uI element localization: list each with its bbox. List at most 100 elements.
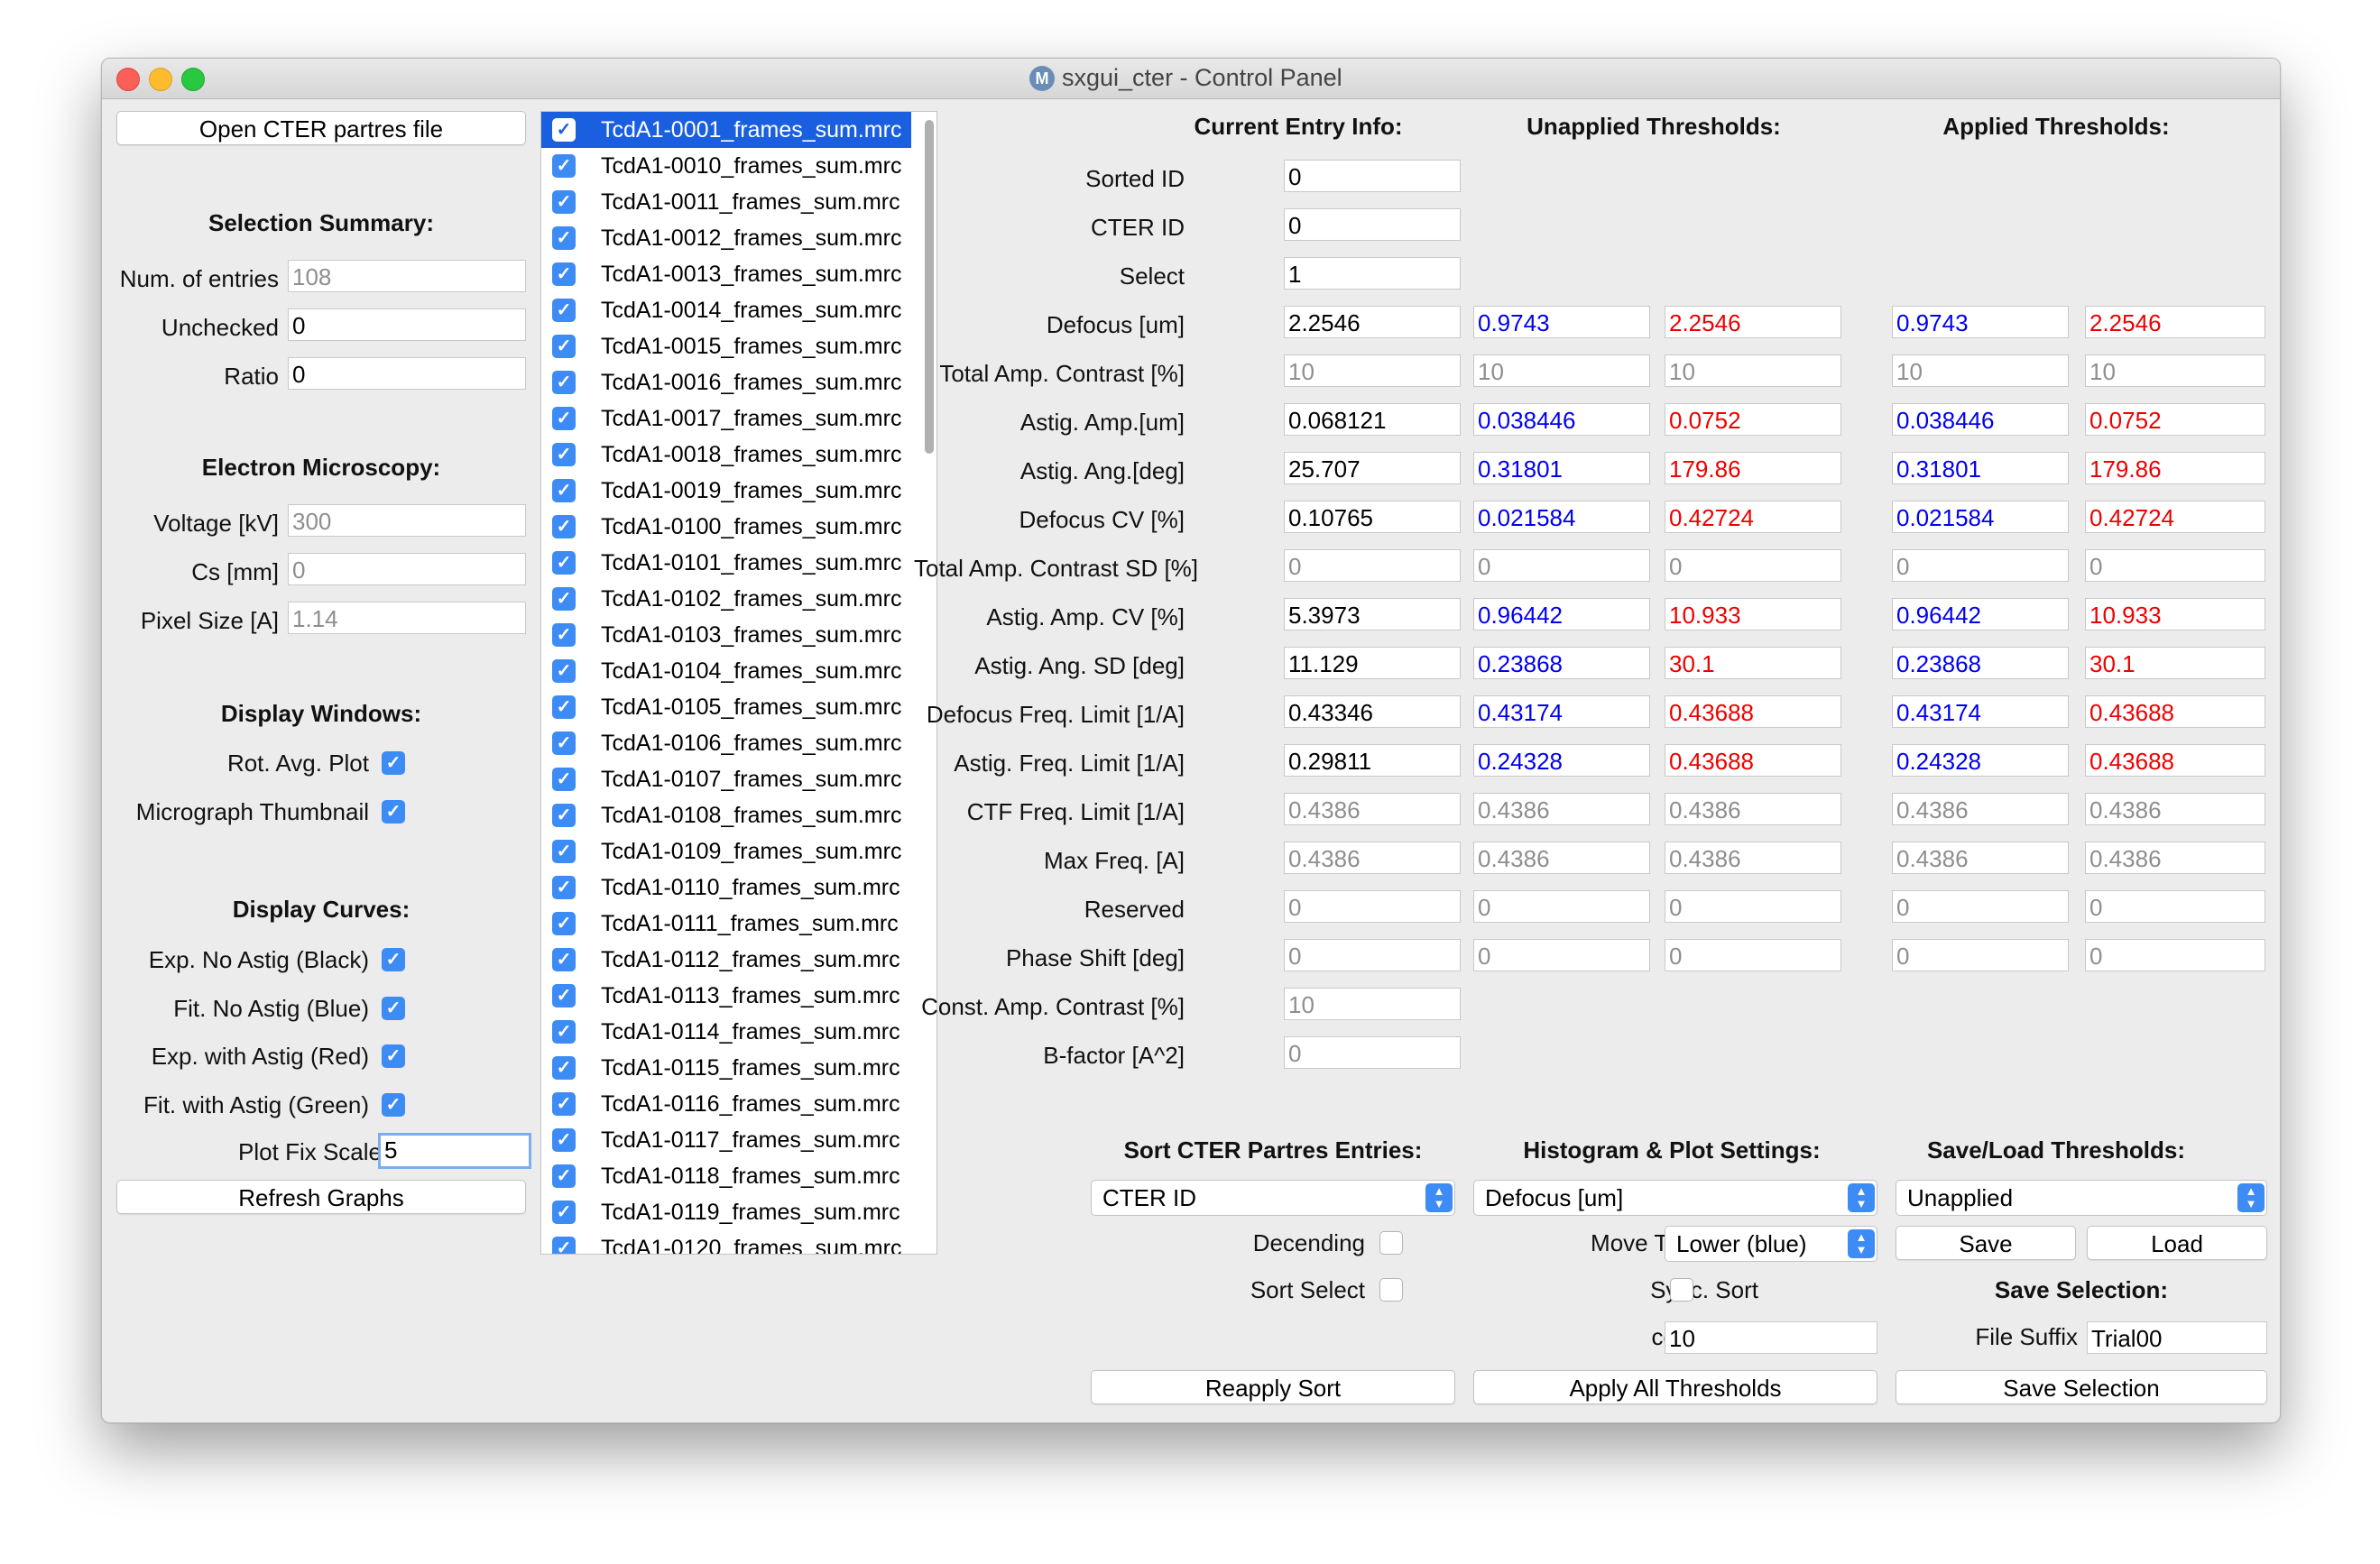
sort-select-checkbox[interactable] — [1379, 1278, 1403, 1302]
list-item[interactable]: ✓ TcdA1-0013_frames_sum.mrc — [541, 256, 911, 292]
item-checkbox[interactable]: ✓ — [552, 623, 576, 647]
item-checkbox[interactable]: ✓ — [552, 587, 576, 611]
unapplied-lower-threshold-input[interactable]: 0.038446 — [1473, 403, 1650, 436]
list-item[interactable]: ✓ TcdA1-0105_frames_sum.mrc — [541, 689, 911, 725]
list-item[interactable]: ✓ TcdA1-0112_frames_sum.mrc — [541, 942, 911, 978]
close-window-button[interactable] — [116, 68, 140, 91]
unapplied-upper-threshold-input[interactable]: 10.933 — [1665, 598, 1841, 630]
move-threshold-combo[interactable]: Lower (blue) ▲ ▼ — [1665, 1226, 1877, 1262]
applied-lower-threshold-input[interactable]: 0.021584 — [1892, 501, 2069, 533]
item-checkbox[interactable]: ✓ — [552, 226, 576, 250]
histogram-param-combo[interactable]: Defocus [um] ▲ ▼ — [1473, 1180, 1877, 1216]
save-selection-button[interactable]: Save Selection — [1896, 1370, 2267, 1404]
list-item[interactable]: ✓ TcdA1-0014_frames_sum.mrc — [541, 292, 911, 328]
open-cter-partres-button[interactable]: Open CTER partres file — [116, 111, 526, 145]
list-item[interactable]: ✓ TcdA1-0119_frames_sum.mrc — [541, 1194, 911, 1230]
item-checkbox[interactable]: ✓ — [552, 299, 576, 322]
item-checkbox[interactable]: ✓ — [552, 912, 576, 935]
item-checkbox[interactable]: ✓ — [552, 1020, 576, 1044]
unapplied-upper-threshold-input[interactable]: 0 — [1665, 549, 1841, 582]
display-window-checkbox[interactable]: ✓ — [382, 800, 405, 823]
applied-upper-threshold-input[interactable]: 0.43688 — [2085, 695, 2265, 728]
display-curve-checkbox[interactable]: ✓ — [382, 1044, 405, 1068]
list-item[interactable]: ✓ TcdA1-0012_frames_sum.mrc — [541, 220, 911, 256]
item-checkbox[interactable]: ✓ — [552, 731, 576, 755]
unapplied-upper-threshold-input[interactable]: 179.86 — [1665, 452, 1841, 484]
list-item[interactable]: ✓ TcdA1-0104_frames_sum.mrc — [541, 653, 911, 689]
unapplied-upper-threshold-input[interactable]: 0.42724 — [1665, 501, 1841, 533]
unapplied-lower-threshold-input[interactable]: 0.43174 — [1473, 695, 1650, 728]
display-curve-checkbox[interactable]: ✓ — [382, 1092, 405, 1117]
item-checkbox[interactable]: ✓ — [552, 190, 576, 214]
applied-upper-threshold-input[interactable]: 0 — [2085, 549, 2265, 582]
applied-upper-threshold-input[interactable]: 30.1 — [2085, 647, 2265, 679]
unapplied-upper-threshold-input[interactable]: 10 — [1665, 354, 1841, 387]
applied-lower-threshold-input[interactable]: 0.4386 — [1892, 793, 2069, 825]
unapplied-upper-threshold-input[interactable]: 2.2546 — [1665, 306, 1841, 338]
counts-bin-input[interactable]: 10 — [1665, 1321, 1877, 1354]
list-item[interactable]: ✓ TcdA1-0115_frames_sum.mrc — [541, 1050, 911, 1086]
list-item[interactable]: ✓ TcdA1-0108_frames_sum.mrc — [541, 797, 911, 833]
applied-upper-threshold-input[interactable]: 0 — [2085, 939, 2265, 971]
list-item[interactable]: ✓ TcdA1-0018_frames_sum.mrc — [541, 437, 911, 473]
applied-lower-threshold-input[interactable]: 0 — [1892, 549, 2069, 582]
item-checkbox[interactable]: ✓ — [552, 840, 576, 863]
unapplied-lower-threshold-input[interactable]: 0.23868 — [1473, 647, 1650, 679]
load-thresholds-button[interactable]: Load — [2087, 1226, 2267, 1260]
reapply-sort-button[interactable]: Reapply Sort — [1091, 1370, 1455, 1404]
list-item[interactable]: ✓ TcdA1-0114_frames_sum.mrc — [541, 1014, 911, 1050]
unapplied-lower-threshold-input[interactable]: 0.9743 — [1473, 306, 1650, 338]
unapplied-lower-threshold-input[interactable]: 0.4386 — [1473, 842, 1650, 874]
list-item[interactable]: ✓ TcdA1-0118_frames_sum.mrc — [541, 1158, 911, 1194]
list-item[interactable]: ✓ TcdA1-0117_frames_sum.mrc — [541, 1122, 911, 1158]
applied-lower-threshold-input[interactable]: 0.43174 — [1892, 695, 2069, 728]
refresh-graphs-button[interactable]: Refresh Graphs — [116, 1180, 526, 1214]
item-checkbox[interactable]: ✓ — [552, 876, 576, 899]
unapplied-upper-threshold-input[interactable]: 0.43688 — [1665, 744, 1841, 777]
applied-lower-threshold-input[interactable]: 10 — [1892, 354, 2069, 387]
list-item[interactable]: ✓ TcdA1-0110_frames_sum.mrc — [541, 869, 911, 906]
unapplied-lower-threshold-input[interactable]: 0.24328 — [1473, 744, 1650, 777]
list-item[interactable]: ✓ TcdA1-0019_frames_sum.mrc — [541, 473, 911, 509]
applied-lower-threshold-input[interactable]: 0.96442 — [1892, 598, 2069, 630]
item-checkbox[interactable]: ✓ — [552, 407, 576, 430]
item-checkbox[interactable]: ✓ — [552, 551, 576, 575]
applied-upper-threshold-input[interactable]: 0.4386 — [2085, 842, 2265, 874]
list-item[interactable]: ✓ TcdA1-0103_frames_sum.mrc — [541, 617, 911, 653]
item-checkbox[interactable]: ✓ — [552, 515, 576, 538]
item-checkbox[interactable]: ✓ — [552, 1092, 576, 1116]
item-checkbox[interactable]: ✓ — [552, 1237, 576, 1254]
item-checkbox[interactable]: ✓ — [552, 479, 576, 502]
unapplied-lower-threshold-input[interactable]: 0.021584 — [1473, 501, 1650, 533]
threshold-set-combo[interactable]: Unapplied ▲ ▼ — [1896, 1180, 2267, 1216]
applied-lower-threshold-input[interactable]: 0 — [1892, 890, 2069, 923]
list-item[interactable]: ✓ TcdA1-0101_frames_sum.mrc — [541, 545, 911, 581]
applied-upper-threshold-input[interactable]: 0.43688 — [2085, 744, 2265, 777]
display-window-checkbox[interactable]: ✓ — [382, 751, 405, 775]
unapplied-lower-threshold-input[interactable]: 0 — [1473, 939, 1650, 971]
item-checkbox[interactable]: ✓ — [552, 154, 576, 178]
unapplied-upper-threshold-input[interactable]: 0.0752 — [1665, 403, 1841, 436]
applied-upper-threshold-input[interactable]: 0.0752 — [2085, 403, 2265, 436]
list-item[interactable]: ✓ TcdA1-0017_frames_sum.mrc — [541, 400, 911, 437]
applied-upper-threshold-input[interactable]: 0.42724 — [2085, 501, 2265, 533]
list-item[interactable]: ✓ TcdA1-0010_frames_sum.mrc — [541, 148, 911, 184]
item-checkbox[interactable]: ✓ — [552, 1164, 576, 1188]
list-item[interactable]: ✓ TcdA1-0116_frames_sum.mrc — [541, 1086, 911, 1122]
decending-checkbox[interactable] — [1379, 1231, 1403, 1255]
applied-upper-threshold-input[interactable]: 179.86 — [2085, 452, 2265, 484]
list-item[interactable]: ✓ TcdA1-0120_frames_sum.mrc — [541, 1230, 911, 1254]
applied-lower-threshold-input[interactable]: 0.31801 — [1892, 452, 2069, 484]
item-checkbox[interactable]: ✓ — [552, 443, 576, 466]
applied-lower-threshold-input[interactable]: 0.24328 — [1892, 744, 2069, 777]
micrograph-list[interactable]: ✓ TcdA1-0001_frames_sum.mrc ✓ TcdA1-0010_fr… — [540, 111, 937, 1255]
list-item[interactable]: ✓ TcdA1-0001_frames_sum.mrc — [541, 112, 911, 148]
unapplied-upper-threshold-input[interactable]: 0.4386 — [1665, 793, 1841, 825]
unapplied-upper-threshold-input[interactable]: 0.4386 — [1665, 842, 1841, 874]
applied-lower-threshold-input[interactable]: 0.23868 — [1892, 647, 2069, 679]
applied-upper-threshold-input[interactable]: 10 — [2085, 354, 2265, 387]
unapplied-upper-threshold-input[interactable]: 0 — [1665, 890, 1841, 923]
zoom-window-button[interactable] — [181, 68, 205, 91]
list-item[interactable]: ✓ TcdA1-0016_frames_sum.mrc — [541, 364, 911, 400]
sync-sort-checkbox[interactable] — [1670, 1278, 1693, 1302]
